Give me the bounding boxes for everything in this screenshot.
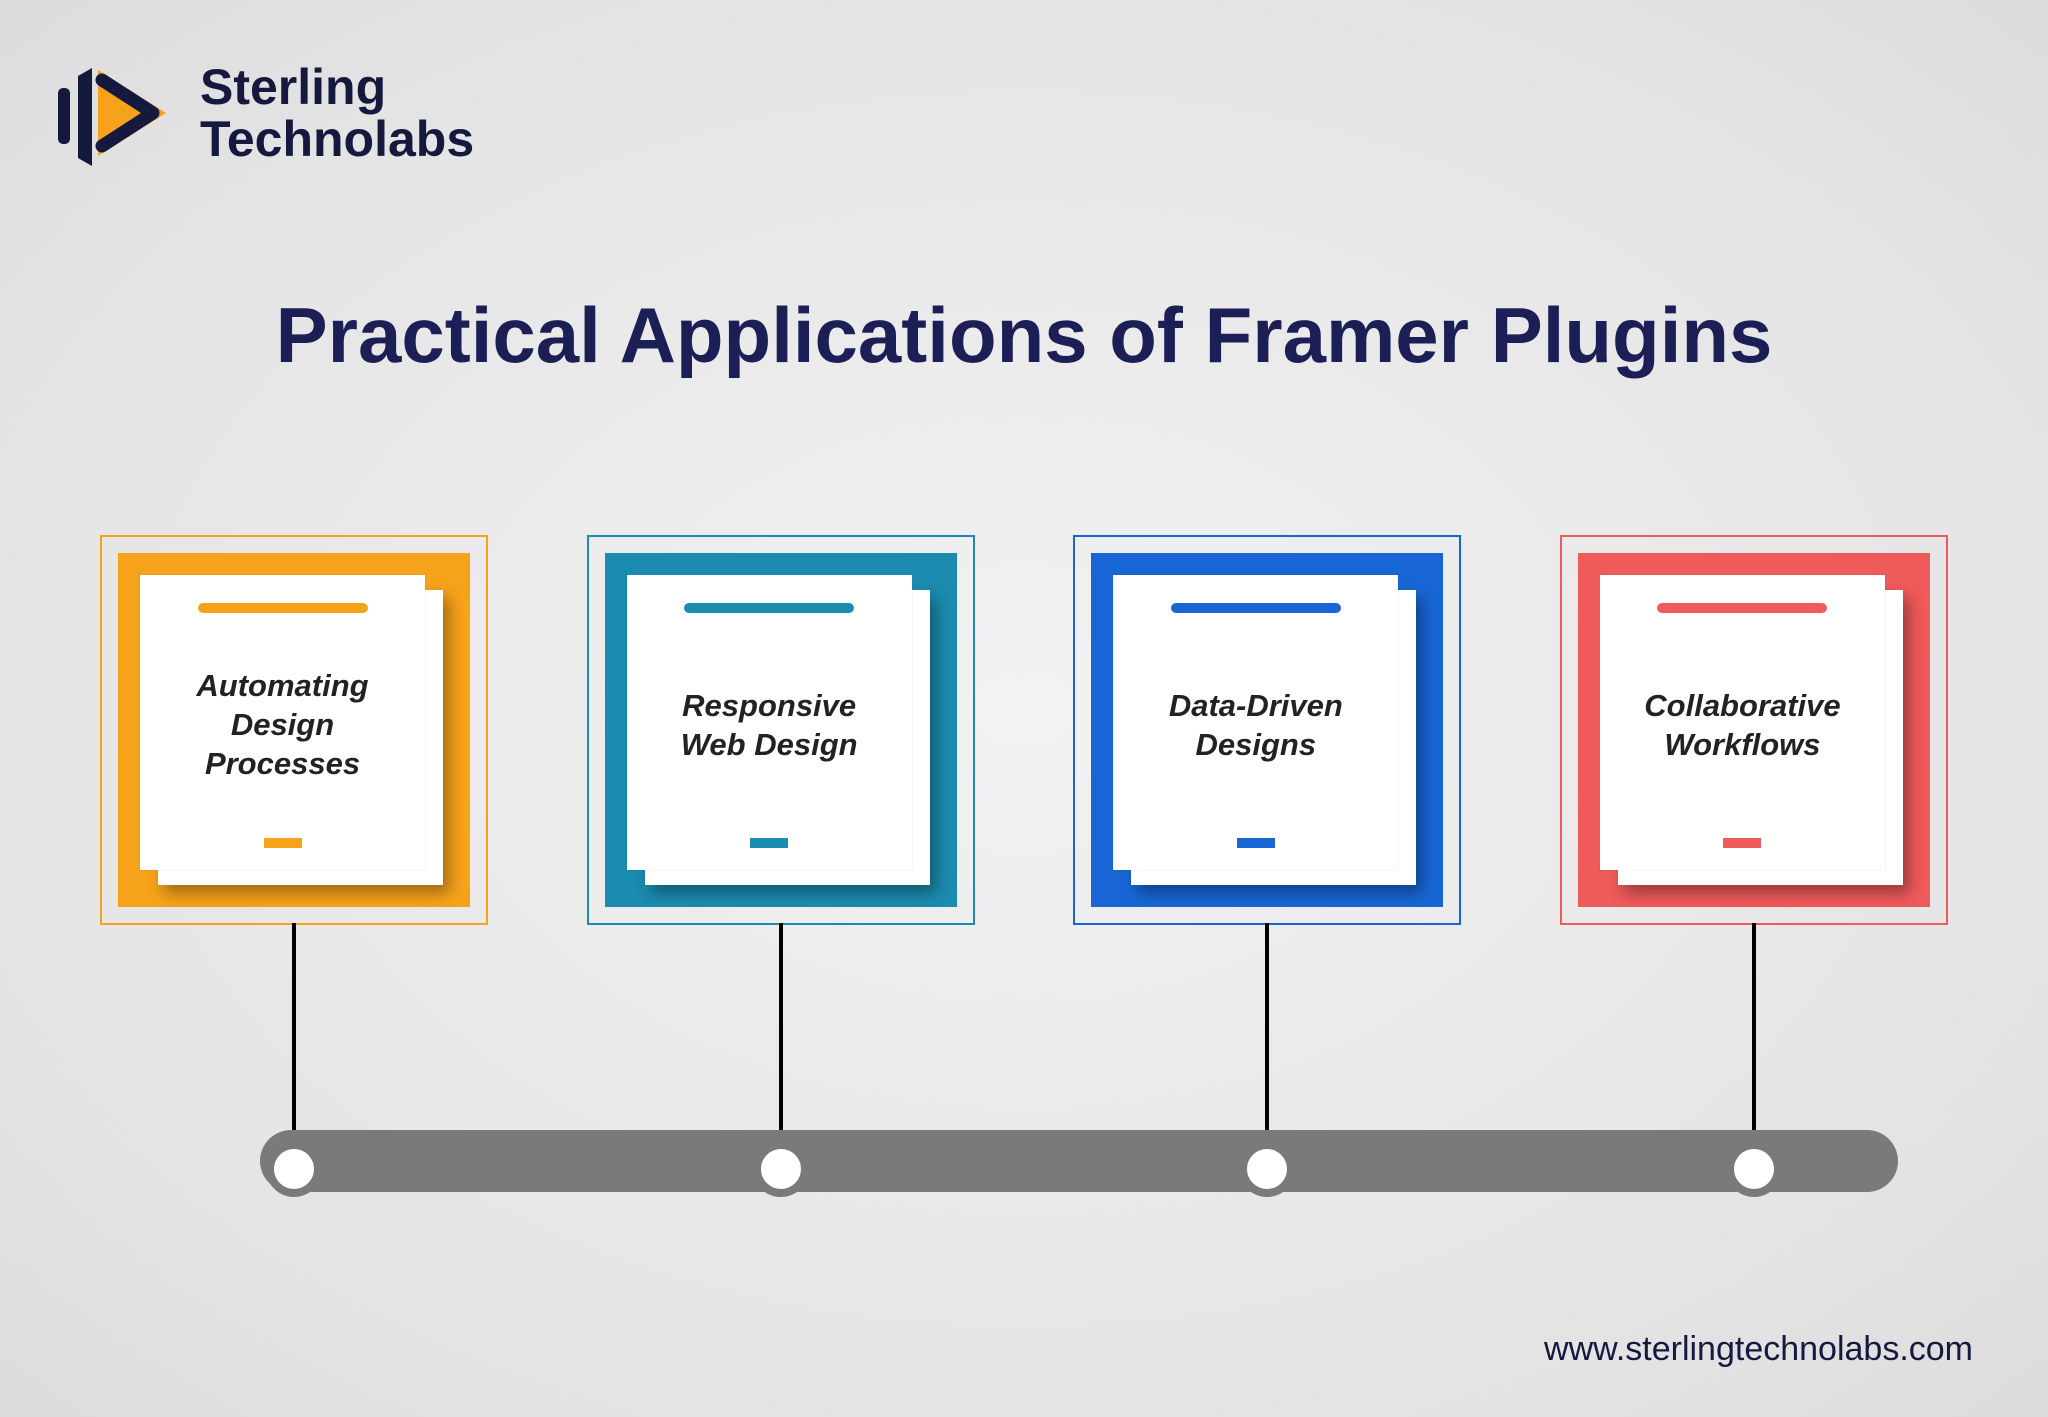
card-collaborative: Collaborative Workflows [1560, 535, 1948, 925]
timeline-node [266, 1141, 322, 1197]
timeline-track [260, 1130, 1898, 1192]
footer-url: www.sterlingtechnolabs.com [1544, 1330, 1973, 1369]
card-accent-bar-top [1171, 603, 1341, 613]
card-label: Data-Driven Designs [1135, 687, 1376, 765]
connector-line [1265, 923, 1269, 1148]
page-title: Practical Applications of Framer Plugins [0, 290, 2048, 381]
card-responsive: Responsive Web Design [587, 535, 975, 925]
logo-text-line1: Sterling [200, 61, 474, 114]
card-label: Automating Design Processes [162, 667, 403, 783]
card-inner: Responsive Web Design [627, 575, 912, 870]
card-datadriven: Data-Driven Designs [1073, 535, 1461, 925]
logo-text-line2: Technolabs [200, 113, 474, 166]
card-accent-bar-top [684, 603, 854, 613]
card-accent-bar-top [1657, 603, 1827, 613]
card-inner: Collaborative Workflows [1600, 575, 1885, 870]
timeline-node [1726, 1141, 1782, 1197]
card-inner: Data-Driven Designs [1113, 575, 1398, 870]
card-automating: Automating Design Processes [100, 535, 488, 925]
logo-text: Sterling Technolabs [200, 61, 474, 166]
card-accent-bar-bottom [1237, 838, 1275, 848]
card-label: Collaborative Workflows [1622, 687, 1863, 765]
cards-row: Automating Design Processes Responsive W… [100, 535, 1948, 925]
connector-line [292, 923, 296, 1148]
timeline-node [753, 1141, 809, 1197]
logo-mark [58, 58, 178, 168]
card-label: Responsive Web Design [649, 687, 890, 765]
card-accent-bar-top [198, 603, 368, 613]
card-accent-bar-bottom [264, 838, 302, 848]
connector-line [1752, 923, 1756, 1148]
card-inner: Automating Design Processes [140, 575, 425, 870]
connector-line [779, 923, 783, 1148]
timeline-node [1239, 1141, 1295, 1197]
card-accent-bar-bottom [1723, 838, 1761, 848]
brand-logo: Sterling Technolabs [58, 58, 474, 168]
card-accent-bar-bottom [750, 838, 788, 848]
